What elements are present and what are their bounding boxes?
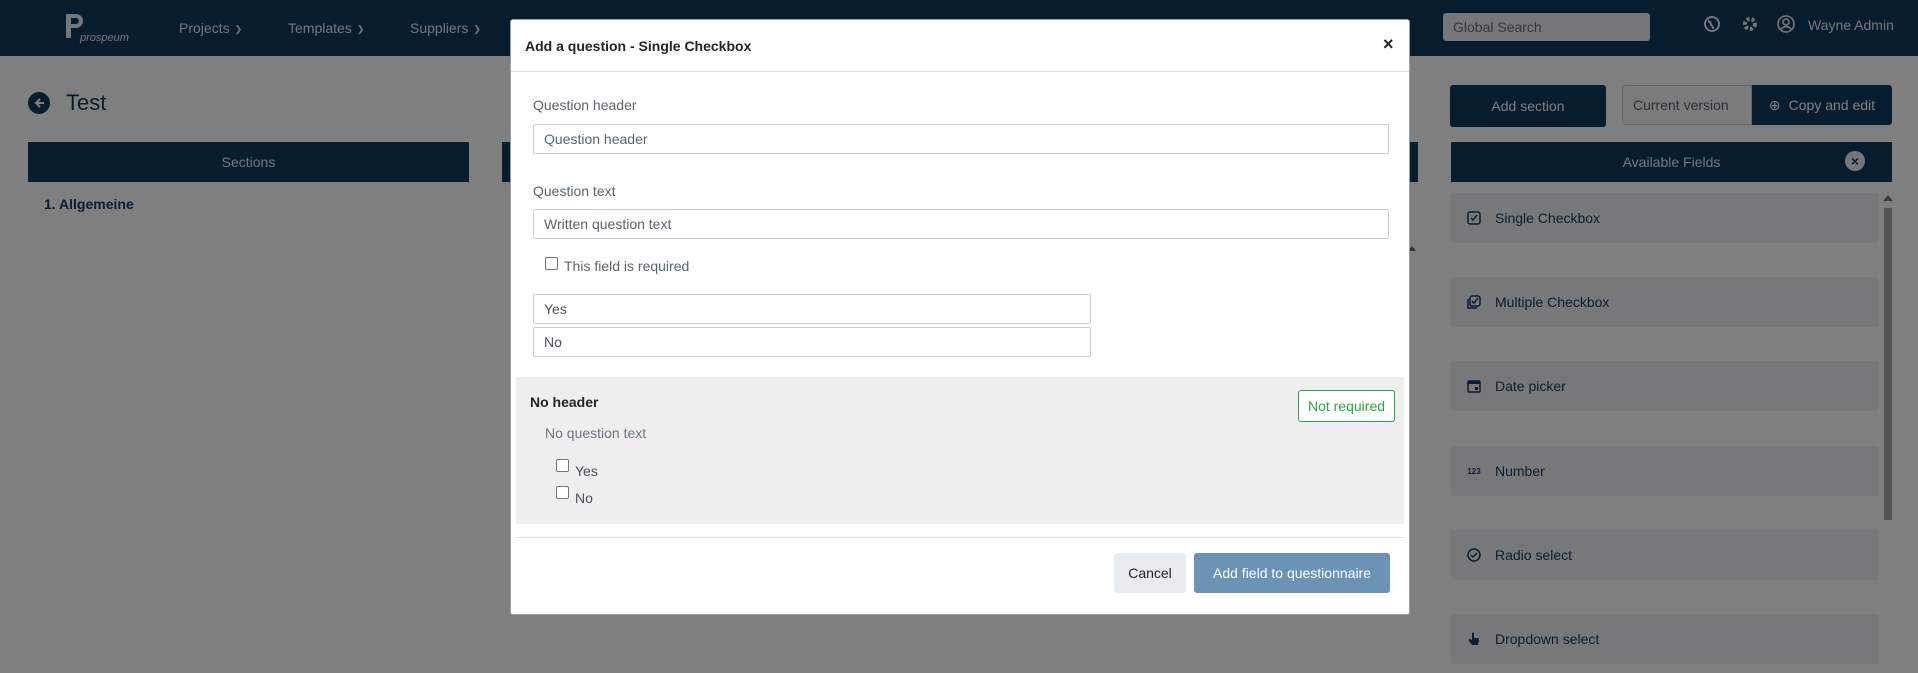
preview-option-no: No [575,490,593,506]
option-input-yes[interactable] [533,294,1091,324]
question-header-input[interactable] [533,124,1389,154]
close-icon[interactable]: × [1383,34,1394,55]
question-text-label: Question text [533,183,616,199]
preview-checkbox-no[interactable] [556,486,569,499]
modal-footer-divider [516,537,1404,538]
preview-question-text: No question text [545,425,647,441]
required-checkbox[interactable] [545,257,558,270]
preview-checkbox-yes[interactable] [556,459,569,472]
preview-header: No header [530,394,599,410]
add-field-button[interactable]: Add field to questionnaire [1194,553,1390,593]
option-input-no[interactable] [533,327,1091,357]
question-text-input[interactable] [533,209,1389,239]
modal-header: Add a question - Single Checkbox × [511,20,1409,72]
add-question-modal: Add a question - Single Checkbox × Quest… [510,19,1410,615]
preview-option-yes: Yes [575,463,598,479]
question-header-label: Question header [533,97,637,113]
cancel-button[interactable]: Cancel [1114,553,1186,593]
question-preview: No header Not required No question text … [516,377,1404,524]
modal-title: Add a question - Single Checkbox [525,38,752,54]
not-required-badge: Not required [1298,390,1395,422]
required-label: This field is required [564,258,690,274]
